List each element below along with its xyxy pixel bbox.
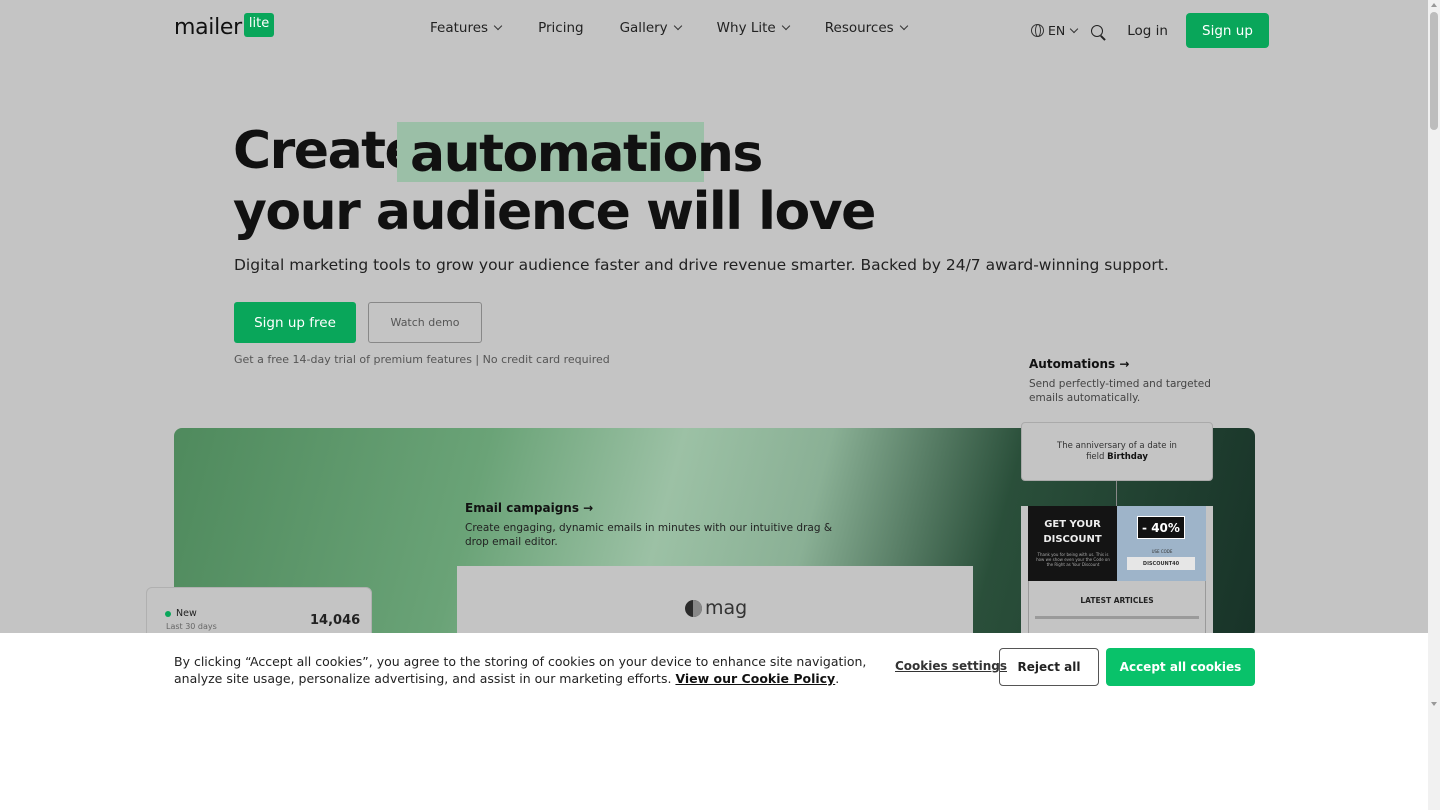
globe-icon bbox=[1031, 24, 1044, 37]
signup-button[interactable]: Sign up bbox=[1185, 13, 1269, 48]
automations-description: Send perfectly-timed and targeted emails… bbox=[1029, 378, 1211, 404]
top-navigation: mailer lite Features Pricing Gallery Why… bbox=[0, 0, 1428, 62]
email-campaigns-description: Create engaging, dynamic emails in minut… bbox=[465, 522, 833, 548]
hero-heading-line-2: your audience will love bbox=[233, 182, 876, 242]
language-label: EN bbox=[1048, 23, 1066, 38]
mailerlite-logo[interactable]: mailer lite bbox=[174, 13, 275, 41]
search-icon[interactable] bbox=[1091, 24, 1104, 37]
mag-logo-word: mag bbox=[705, 597, 748, 619]
email-campaigns-link[interactable]: Email campaigns → bbox=[465, 501, 593, 515]
trial-note: Get a free 14-day trial of premium featu… bbox=[234, 353, 610, 366]
stats-value: 14,046 bbox=[310, 613, 361, 628]
hero-highlight-word: automations bbox=[410, 124, 763, 184]
hero-subtitle: Digital marketing tools to grow your aud… bbox=[234, 256, 1169, 274]
cookie-banner: By clicking “Accept all cookies”, you ag… bbox=[0, 633, 1428, 810]
nav-item-label: Gallery bbox=[619, 20, 668, 36]
chevron-down-icon bbox=[899, 21, 908, 31]
chevron-down-icon bbox=[493, 21, 503, 31]
nav-menu: Features Pricing Gallery Why Lite Resour… bbox=[430, 20, 908, 36]
language-selector[interactable]: EN bbox=[1031, 23, 1079, 38]
mag-logo: mag bbox=[685, 597, 747, 619]
nav-item-label: Why Lite bbox=[716, 20, 776, 36]
nav-item-pricing[interactable]: Pricing bbox=[538, 20, 584, 36]
automation-trigger-card: The anniversary of a date in field Birth… bbox=[1021, 422, 1213, 481]
promo-dark-block: GET YOUR DISCOUNT Thank you for being wi… bbox=[1028, 506, 1117, 581]
stats-label: New bbox=[176, 608, 197, 619]
chevron-down-icon bbox=[781, 21, 790, 31]
nav-item-resources[interactable]: Resources bbox=[824, 20, 908, 36]
latest-articles-divider bbox=[1035, 616, 1199, 619]
latest-articles-heading: LATEST ARTICLES bbox=[1080, 596, 1154, 605]
logo-badge: lite bbox=[243, 13, 275, 37]
nav-actions: EN Log in Sign up bbox=[1031, 13, 1269, 48]
watch-demo-button[interactable]: Watch demo bbox=[368, 302, 482, 343]
promo-headline: GET YOUR DISCOUNT bbox=[1043, 519, 1102, 545]
hero-word-create: Create bbox=[233, 121, 420, 181]
cookie-message: By clicking “Accept all cookies”, you ag… bbox=[174, 653, 874, 687]
nav-item-features[interactable]: Features bbox=[430, 20, 503, 36]
signup-free-button[interactable]: Sign up free bbox=[234, 302, 356, 343]
promo-code-label: USE CODE bbox=[1151, 549, 1173, 554]
nav-item-gallery[interactable]: Gallery bbox=[619, 20, 682, 36]
stats-period: Last 30 days bbox=[166, 622, 217, 631]
status-dot-icon bbox=[165, 611, 171, 617]
trigger-field: Birthday bbox=[1107, 451, 1148, 462]
mag-logo-icon bbox=[685, 599, 702, 617]
chevron-down-icon bbox=[1070, 24, 1079, 33]
reject-all-button[interactable]: Reject all bbox=[999, 648, 1099, 686]
scroll-up-arrow-icon[interactable] bbox=[1431, 3, 1437, 7]
promo-small-text: Thank you for being with us. This is how… bbox=[1036, 552, 1110, 567]
login-link[interactable]: Log in bbox=[1127, 23, 1168, 39]
automation-connector bbox=[1116, 481, 1117, 506]
chevron-down-icon bbox=[673, 21, 682, 31]
promo-code: DISCOUNT40 bbox=[1127, 557, 1195, 570]
nav-item-label: Features bbox=[430, 20, 489, 36]
page-scrollbar[interactable] bbox=[1428, 0, 1440, 810]
automations-link[interactable]: Automations → bbox=[1029, 357, 1129, 371]
promo-lower-frame bbox=[1028, 581, 1206, 638]
cookies-settings-link[interactable]: Cookies settings bbox=[895, 659, 1007, 673]
scroll-down-arrow-icon[interactable] bbox=[1431, 702, 1437, 706]
promo-blue-block: - 40% USE CODE DISCOUNT40 bbox=[1117, 506, 1206, 581]
promo-percent: - 40% bbox=[1137, 516, 1185, 539]
logo-word: mailer bbox=[174, 15, 242, 40]
trigger-text-wrap: The anniversary of a date in field Birth… bbox=[1052, 441, 1182, 463]
scrollbar-thumb[interactable] bbox=[1430, 12, 1438, 130]
promo-email-preview: GET YOUR DISCOUNT Thank you for being wi… bbox=[1021, 506, 1213, 638]
accept-all-cookies-button[interactable]: Accept all cookies bbox=[1106, 648, 1255, 686]
nav-item-label: Resources bbox=[824, 20, 894, 36]
hero-heading-line-1: Create bbox=[233, 118, 420, 184]
nav-item-label: Pricing bbox=[538, 20, 584, 36]
cookie-policy-link[interactable]: View our Cookie Policy bbox=[675, 671, 835, 686]
nav-item-why-lite[interactable]: Why Lite bbox=[716, 20, 790, 36]
cookie-text-end: . bbox=[835, 671, 840, 686]
